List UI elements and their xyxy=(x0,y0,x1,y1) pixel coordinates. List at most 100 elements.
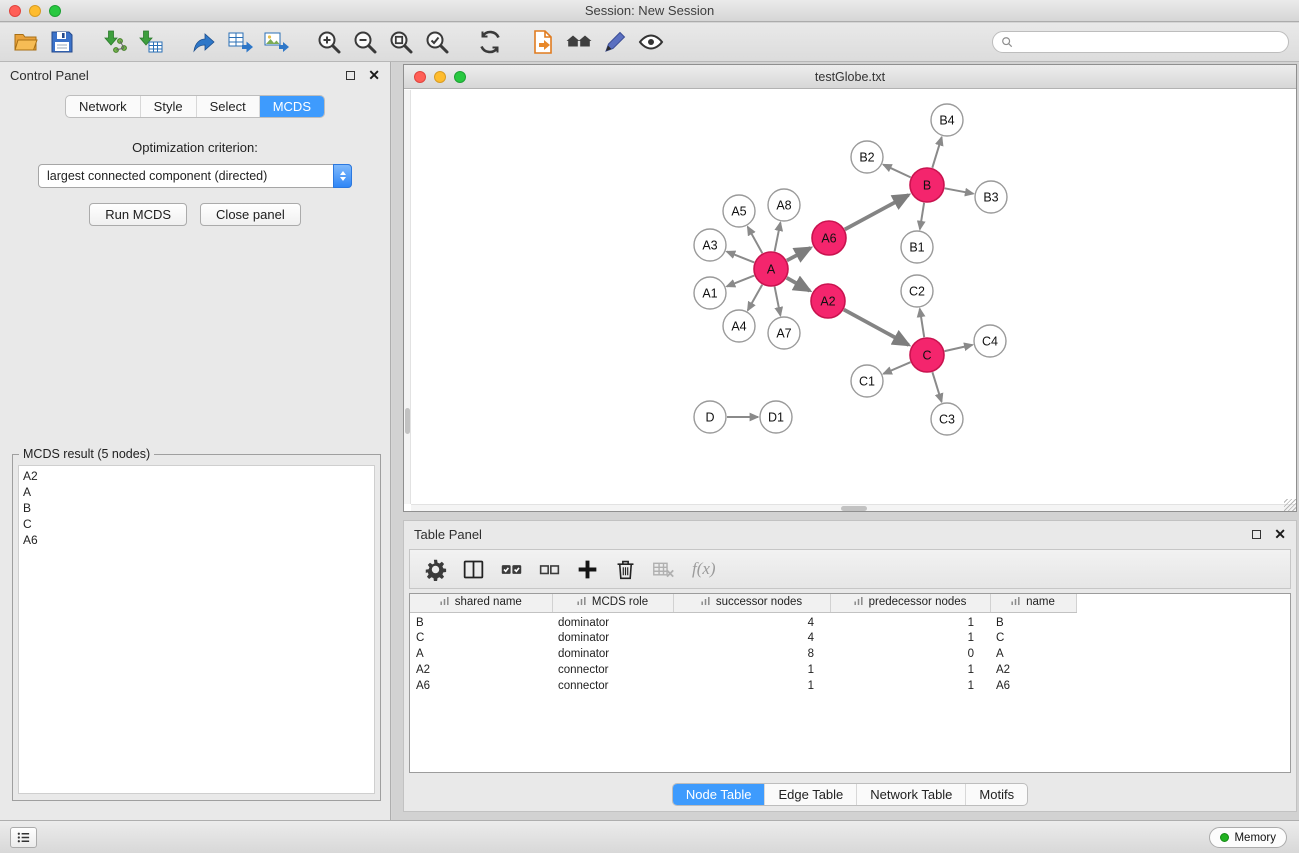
column-header-successor-nodes[interactable]: successor nodes xyxy=(673,594,830,612)
vertical-scrollbar-thumb[interactable] xyxy=(405,408,410,434)
open-session-button[interactable] xyxy=(8,26,44,58)
graph-node-B[interactable]: B xyxy=(910,168,944,202)
annotate-button[interactable] xyxy=(597,26,633,58)
edge-A-A3[interactable] xyxy=(727,252,754,263)
graph-node-D1[interactable]: D1 xyxy=(760,401,792,433)
resize-grip[interactable] xyxy=(1284,499,1296,511)
table-row[interactable]: A6connector11A6 xyxy=(410,678,1076,694)
edge-C-C4[interactable] xyxy=(945,345,973,351)
table-row[interactable]: Adominator80A xyxy=(410,646,1076,662)
tab-mcds[interactable]: MCDS xyxy=(259,96,324,117)
edge-C-C2[interactable] xyxy=(920,309,924,337)
network-graph[interactable]: B4B2BB3A5A8A6B1A3AC2A1A2A4A7C4CC1C3DD1 xyxy=(411,90,1289,504)
float-panel-icon[interactable] xyxy=(346,71,355,80)
table-x-button[interactable] xyxy=(650,556,677,583)
export-image-button[interactable] xyxy=(258,26,294,58)
edge-A-A6[interactable] xyxy=(787,248,811,261)
deselect-all-button[interactable] xyxy=(536,556,563,583)
tab-network-table[interactable]: Network Table xyxy=(856,784,965,805)
tab-style[interactable]: Style xyxy=(140,96,196,117)
copy-document-button[interactable] xyxy=(525,26,561,58)
column-header-predecessor-nodes[interactable]: predecessor nodes xyxy=(830,594,990,612)
edge-A-A1[interactable] xyxy=(727,276,754,287)
tab-node-table[interactable]: Node Table xyxy=(673,784,765,805)
graph-node-B2[interactable]: B2 xyxy=(851,141,883,173)
network-zoom-button[interactable] xyxy=(454,71,466,83)
mcds-result-item[interactable]: C xyxy=(19,516,374,532)
zoom-fit-button[interactable] xyxy=(383,26,419,58)
graph-node-D[interactable]: D xyxy=(694,401,726,433)
zoom-out-button[interactable] xyxy=(347,26,383,58)
table-row[interactable]: Bdominator41B xyxy=(410,612,1076,630)
graph-node-B1[interactable]: B1 xyxy=(901,231,933,263)
horizontal-scrollbar-thumb[interactable] xyxy=(841,506,867,511)
edge-C-C3[interactable] xyxy=(932,372,941,402)
close-window-button[interactable] xyxy=(9,5,21,17)
columns-button[interactable] xyxy=(460,556,487,583)
column-header-name[interactable]: name xyxy=(990,594,1076,612)
graph-node-A4[interactable]: A4 xyxy=(723,310,755,342)
minimize-window-button[interactable] xyxy=(29,5,41,17)
memory-button[interactable]: Memory xyxy=(1209,827,1287,848)
edge-A2-C[interactable] xyxy=(844,310,909,345)
edge-B-B4[interactable] xyxy=(932,137,941,168)
tab-edge-table[interactable]: Edge Table xyxy=(764,784,856,805)
edge-A-A2[interactable] xyxy=(787,278,810,291)
network-minimize-button[interactable] xyxy=(434,71,446,83)
select-all-button[interactable] xyxy=(498,556,525,583)
edge-B-B3[interactable] xyxy=(945,188,974,193)
home-views-button[interactable] xyxy=(561,26,597,58)
graph-node-A2[interactable]: A2 xyxy=(811,284,845,318)
import-table-button[interactable] xyxy=(133,26,169,58)
edge-B-B1[interactable] xyxy=(920,203,924,229)
network-canvas[interactable]: B4B2BB3A5A8A6B1A3AC2A1A2A4A7C4CC1C3DD1 xyxy=(404,90,1296,511)
export-network-button[interactable] xyxy=(186,26,222,58)
zoom-selected-button[interactable] xyxy=(419,26,455,58)
graph-node-A6[interactable]: A6 xyxy=(812,221,846,255)
gear-button[interactable] xyxy=(422,556,449,583)
column-header-shared-name[interactable]: shared name xyxy=(410,594,552,612)
edge-A-A5[interactable] xyxy=(748,227,763,253)
graph-node-B3[interactable]: B3 xyxy=(975,181,1007,213)
mcds-result-item[interactable]: B xyxy=(19,500,374,516)
zoom-window-button[interactable] xyxy=(49,5,61,17)
zoom-in-button[interactable] xyxy=(311,26,347,58)
table-row[interactable]: A2connector11A2 xyxy=(410,662,1076,678)
task-history-button[interactable] xyxy=(10,827,37,848)
edge-A6-B[interactable] xyxy=(845,195,909,229)
graph-node-C1[interactable]: C1 xyxy=(851,365,883,397)
close-panel-icon[interactable]: ✕ xyxy=(368,68,380,82)
graph-node-A[interactable]: A xyxy=(754,252,788,286)
search-box[interactable] xyxy=(992,31,1289,53)
tab-motifs[interactable]: Motifs xyxy=(965,784,1027,805)
edge-B-B2[interactable] xyxy=(883,165,910,178)
tab-select[interactable]: Select xyxy=(196,96,259,117)
graph-node-A5[interactable]: A5 xyxy=(723,195,755,227)
mcds-result-item[interactable]: A6 xyxy=(19,532,374,548)
graph-node-A1[interactable]: A1 xyxy=(694,277,726,309)
edge-A-A8[interactable] xyxy=(775,223,781,252)
refresh-layout-button[interactable] xyxy=(472,26,508,58)
edge-A-A4[interactable] xyxy=(748,285,762,311)
close-table-panel-icon[interactable]: ✕ xyxy=(1274,527,1286,541)
search-input[interactable] xyxy=(1018,35,1280,49)
graph-node-B4[interactable]: B4 xyxy=(931,104,963,136)
function-builder-button[interactable]: f(x) xyxy=(688,559,716,579)
show-graphics-button[interactable] xyxy=(633,26,669,58)
mcds-result-item[interactable]: A xyxy=(19,484,374,500)
mcds-result-item[interactable]: A2 xyxy=(19,468,374,484)
import-network-button[interactable] xyxy=(97,26,133,58)
save-session-button[interactable] xyxy=(44,26,80,58)
float-table-panel-icon[interactable] xyxy=(1252,530,1261,539)
optimization-criterion-select[interactable]: largest connected component (directed) xyxy=(38,164,352,188)
column-header-mcds-role[interactable]: MCDS role xyxy=(552,594,673,612)
graph-node-C4[interactable]: C4 xyxy=(974,325,1006,357)
graph-node-A3[interactable]: A3 xyxy=(694,229,726,261)
run-mcds-button[interactable]: Run MCDS xyxy=(89,203,187,226)
graph-node-A7[interactable]: A7 xyxy=(768,317,800,349)
close-panel-button[interactable]: Close panel xyxy=(200,203,301,226)
network-close-button[interactable] xyxy=(414,71,426,83)
export-table-button[interactable] xyxy=(222,26,258,58)
tab-network[interactable]: Network xyxy=(66,96,140,117)
graph-node-C[interactable]: C xyxy=(910,338,944,372)
